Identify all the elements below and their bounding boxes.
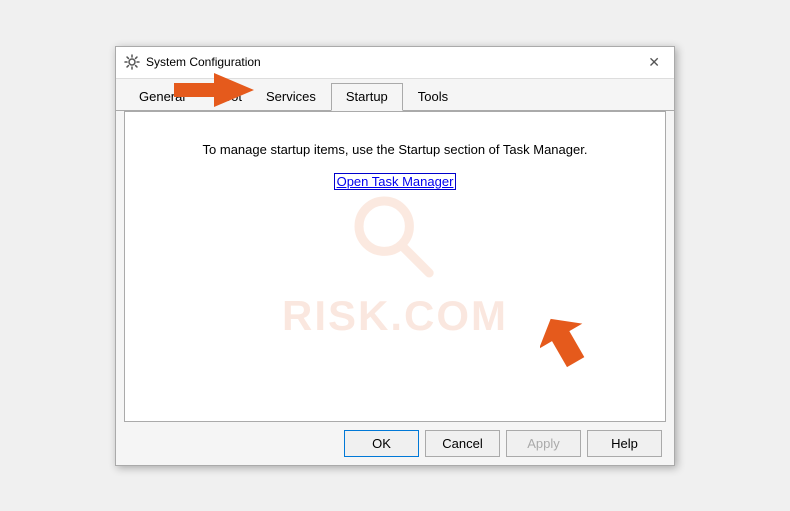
tab-tools[interactable]: Tools bbox=[403, 83, 463, 111]
watermark-logo bbox=[350, 192, 440, 282]
footer: OK Cancel Apply Help bbox=[116, 422, 674, 465]
startup-info-text: To manage startup items, use the Startup… bbox=[203, 142, 588, 157]
watermark-text-row: risk.com bbox=[282, 292, 508, 340]
app-icon bbox=[124, 54, 140, 70]
magnifier-icon bbox=[350, 192, 440, 282]
watermark-text1: risk.com bbox=[282, 292, 508, 340]
close-button[interactable]: ✕ bbox=[642, 53, 666, 71]
tab-general[interactable]: General bbox=[124, 83, 200, 111]
title-bar-left: System Configuration bbox=[124, 54, 261, 70]
system-configuration-window: System Configuration ✕ General Boot Serv… bbox=[115, 46, 675, 466]
ok-button[interactable]: OK bbox=[344, 430, 419, 457]
arrow-to-link bbox=[540, 311, 610, 391]
tab-services[interactable]: Services bbox=[251, 83, 331, 111]
cancel-button[interactable]: Cancel bbox=[425, 430, 500, 457]
apply-button[interactable]: Apply bbox=[506, 430, 581, 457]
tab-boot[interactable]: Boot bbox=[200, 83, 251, 111]
title-bar: System Configuration ✕ bbox=[116, 47, 674, 79]
tab-bar: General Boot Services Startup Tools bbox=[116, 79, 674, 111]
help-button[interactable]: Help bbox=[587, 430, 662, 457]
tab-startup[interactable]: Startup bbox=[331, 83, 403, 111]
watermark: risk.com bbox=[125, 112, 665, 421]
content-area: risk.com To manage startup items, use th… bbox=[124, 111, 666, 422]
window-title: System Configuration bbox=[146, 55, 261, 69]
open-task-manager-link[interactable]: Open Task Manager bbox=[334, 173, 457, 190]
